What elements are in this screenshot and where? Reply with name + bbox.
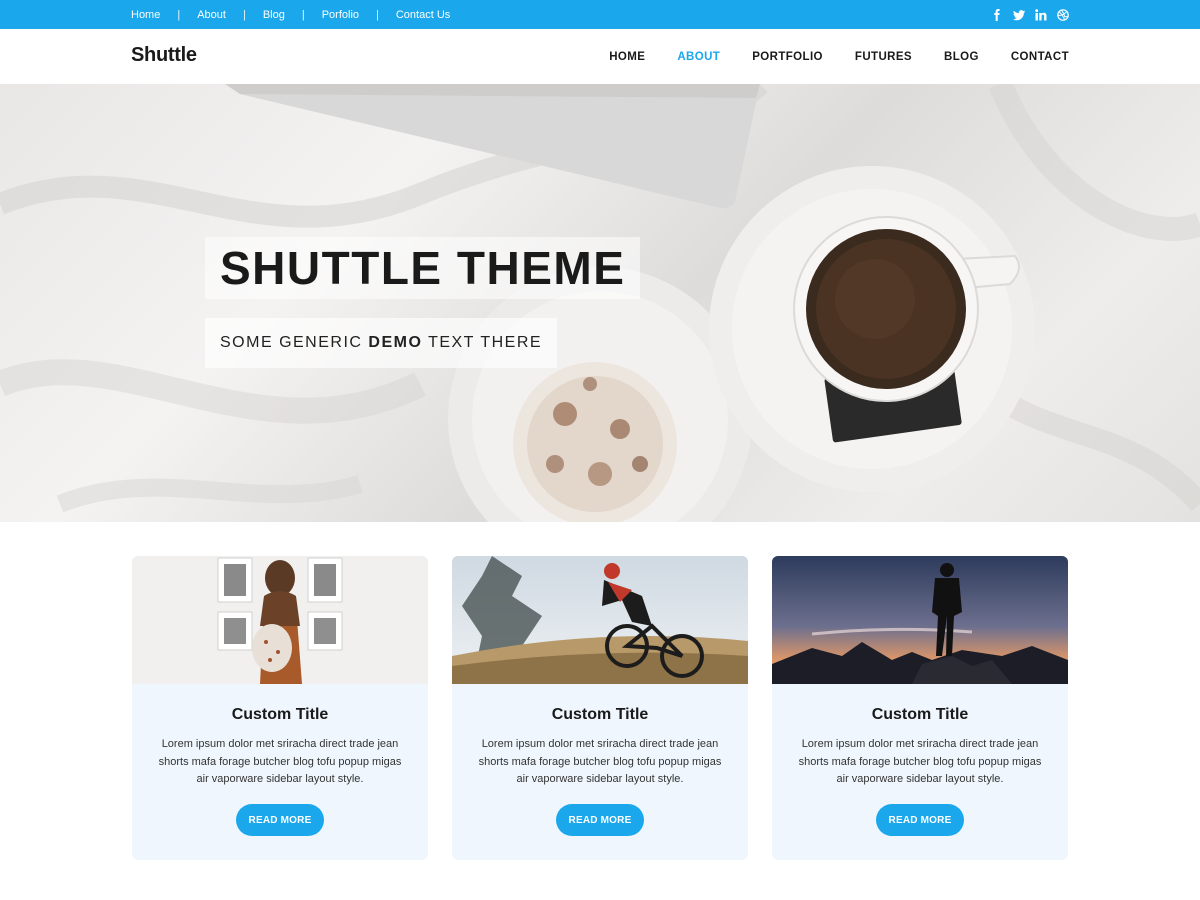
card-image bbox=[452, 556, 748, 684]
hero-subtitle-after: TEXT THERE bbox=[422, 334, 543, 351]
social-links bbox=[991, 0, 1069, 29]
top-link-about[interactable]: About bbox=[197, 9, 226, 21]
site-header: Shuttle HOME ABOUT PORTFOLIO FUTURES BLO… bbox=[0, 29, 1200, 84]
separator: | bbox=[177, 8, 181, 21]
linkedin-icon[interactable] bbox=[1035, 8, 1047, 21]
hero-subtitle-box: SOME GENERIC DEMO TEXT THERE bbox=[205, 318, 558, 368]
card-text: Lorem ipsum dolor met sriracha direct tr… bbox=[158, 738, 402, 785]
top-link-home[interactable]: Home bbox=[131, 9, 160, 21]
feature-card: Custom Title Lorem ipsum dolor met srira… bbox=[452, 556, 748, 860]
hero-title: SHUTTLE THEME bbox=[220, 242, 626, 294]
main-nav: HOME ABOUT PORTFOLIO FUTURES BLOG CONTAC… bbox=[609, 29, 1069, 84]
sunset-hiker-photo bbox=[772, 556, 1068, 684]
site-logo[interactable]: Shuttle bbox=[131, 44, 197, 67]
hero-background-image bbox=[0, 84, 1200, 522]
top-link-contact[interactable]: Contact Us bbox=[396, 9, 450, 21]
hero-banner: SHUTTLE THEME SOME GENERIC DEMO TEXT THE… bbox=[0, 84, 1200, 522]
card-title: Custom Title bbox=[231, 706, 329, 723]
nav-contact[interactable]: CONTACT bbox=[1011, 51, 1069, 63]
read-more-button[interactable]: READ MORE bbox=[236, 804, 324, 836]
separator: | bbox=[301, 8, 305, 21]
hero-subtitle-bold: DEMO bbox=[368, 334, 423, 351]
hero-title-box: SHUTTLE THEME bbox=[205, 237, 641, 299]
top-links: Home | About | Blog | Porfolio | Contact… bbox=[131, 0, 450, 29]
nav-about[interactable]: ABOUT bbox=[677, 51, 720, 63]
facebook-icon[interactable] bbox=[991, 8, 1003, 21]
top-bar: Home | About | Blog | Porfolio | Contact… bbox=[0, 0, 1200, 29]
card-image bbox=[132, 556, 428, 684]
separator: | bbox=[242, 8, 246, 21]
mountain-biker-photo bbox=[452, 556, 748, 684]
nav-blog[interactable]: BLOG bbox=[944, 51, 979, 63]
read-more-button[interactable]: READ MORE bbox=[556, 804, 644, 836]
nav-home[interactable]: HOME bbox=[609, 51, 645, 63]
hero-subtitle: SOME GENERIC DEMO TEXT THERE bbox=[220, 334, 542, 352]
dribbble-icon[interactable] bbox=[1057, 8, 1069, 21]
twitter-icon[interactable] bbox=[1013, 9, 1025, 21]
feature-card: Custom Title Lorem ipsum dolor met srira… bbox=[132, 556, 428, 860]
read-more-button[interactable]: READ MORE bbox=[876, 804, 964, 836]
feature-card: Custom Title Lorem ipsum dolor met srira… bbox=[772, 556, 1068, 860]
woman-gallery-photo bbox=[132, 556, 428, 684]
nav-futures[interactable]: FUTURES bbox=[855, 51, 912, 63]
hero-subtitle-before: SOME GENERIC bbox=[220, 334, 369, 351]
card-text: Lorem ipsum dolor met sriracha direct tr… bbox=[798, 738, 1042, 785]
card-title: Custom Title bbox=[551, 706, 649, 723]
top-link-portfolio[interactable]: Porfolio bbox=[322, 9, 359, 21]
card-image bbox=[772, 556, 1068, 684]
card-text: Lorem ipsum dolor met sriracha direct tr… bbox=[478, 738, 722, 785]
separator: | bbox=[376, 8, 379, 21]
card-title: Custom Title bbox=[871, 706, 969, 723]
top-link-blog[interactable]: Blog bbox=[263, 9, 285, 21]
nav-portfolio[interactable]: PORTFOLIO bbox=[752, 51, 823, 63]
